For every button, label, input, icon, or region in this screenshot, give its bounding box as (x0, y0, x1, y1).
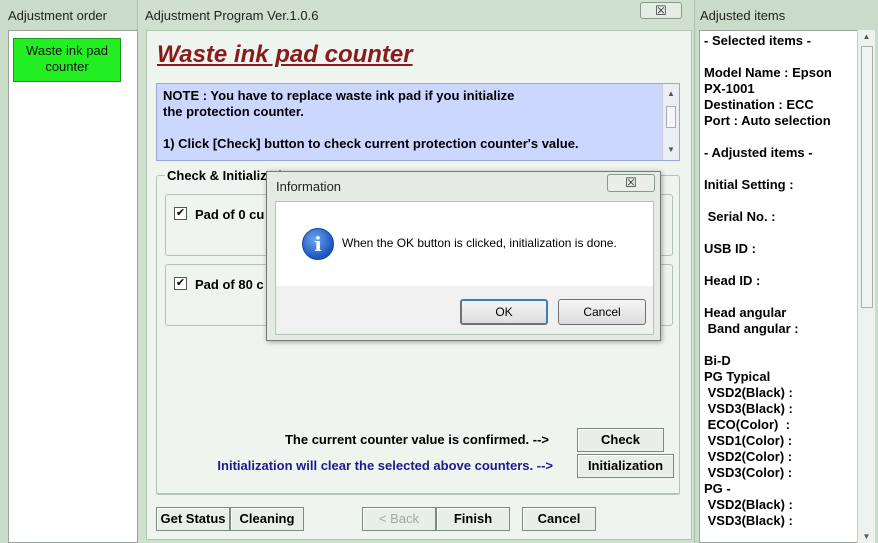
adjusted-item-row: Port : Auto selection (704, 113, 831, 128)
initialization-button[interactable]: Initialization (577, 454, 674, 478)
adjusted-item-row: Band angular : (704, 321, 799, 336)
adjusted-item-row: VSD1(Color) : (704, 433, 793, 448)
adjusted-item-row: Bi-D (704, 353, 731, 368)
dialog-title: Information (276, 179, 342, 194)
note-scrollbar[interactable]: ▲ ▼ (662, 84, 679, 160)
close-icon: ☒ (655, 3, 667, 18)
adjusted-item-row: VSD2(Black) : (704, 385, 793, 400)
adjusted-item-row: Head ID : (704, 273, 761, 288)
page-title: Waste ink pad counter (157, 41, 413, 68)
check-button[interactable]: Check (577, 428, 664, 452)
note-line (163, 120, 659, 136)
adjusted-item-row: - Adjusted items - (704, 145, 813, 160)
adjustment-order-title: Adjustment order (8, 8, 107, 23)
checkmark-icon: ✔ (175, 207, 186, 219)
window-title: Adjustment Program Ver.1.0.6 (145, 8, 319, 23)
note-line: 1) Click [Check] button to check current… (163, 136, 579, 151)
finish-button[interactable]: Finish (436, 507, 510, 531)
cleaning-button[interactable]: Cleaning (230, 507, 304, 531)
adjusted-item-row: USB ID : (704, 241, 756, 256)
adjusted-item-row: VSD2(Black) : (704, 497, 793, 512)
adjusted-item-row: Serial No. : (704, 209, 776, 224)
adjustment-order-list: Waste ink pad counter (8, 30, 138, 543)
bottom-separator (156, 493, 680, 494)
note-scroll-thumb[interactable] (666, 106, 676, 128)
adjusted-item-row: PG - (704, 481, 731, 496)
adjusted-items-list: - Selected items - Model Name : Epson PX-1… (699, 30, 861, 543)
back-button[interactable]: < Back (362, 507, 436, 531)
scroll-up-icon[interactable]: ▲ (663, 86, 679, 102)
adjusted-item-row: VSD3(Color) : (704, 465, 793, 480)
dialog-body: i When the OK button is clicked, initial… (275, 201, 654, 335)
checkmark-icon: ✔ (175, 277, 186, 289)
close-window-button[interactable]: ☒ (640, 2, 682, 19)
counter-confirmed-text: The current counter value is confirmed. … (284, 432, 549, 447)
adjusted-item-row: Model Name : Epson (704, 65, 832, 80)
adjusted-items-pane: Adjusted items - Selected items - Model N… (694, 0, 878, 543)
dialog-close-button[interactable]: ☒ (607, 174, 655, 192)
pad-0-checkbox[interactable]: ✔ (174, 207, 187, 220)
info-icon: i (302, 228, 334, 260)
adjusted-item-row: ECO(Color) : (704, 417, 790, 432)
adjusted-item-row: Head angular (704, 305, 787, 320)
scroll-down-icon[interactable]: ▼ (663, 142, 679, 158)
adjusted-item-row: VSD3(Black) : (704, 401, 793, 416)
adjustment-order-pane: Adjustment order Waste ink pad counter (0, 0, 138, 543)
information-dialog: Information ☒ i When the OK button is cl… (266, 171, 661, 341)
pad-80-checkbox[interactable]: ✔ (174, 277, 187, 290)
pad-0-label: Pad of 0 cu (195, 207, 265, 222)
dialog-message: When the OK button is clicked, initializ… (342, 236, 617, 250)
adjusted-item-row: - Selected items - (704, 33, 811, 48)
close-icon: ☒ (625, 175, 637, 190)
adjusted-items-scroll-thumb[interactable] (861, 46, 873, 308)
adjusted-items-title: Adjusted items (700, 8, 786, 23)
adjusted-item-row: Initial Setting : (704, 177, 794, 192)
waste-ink-pad-counter-item[interactable]: Waste ink pad counter (13, 38, 121, 82)
scroll-down-icon[interactable]: ▼ (858, 532, 875, 541)
dialog-cancel-button[interactable]: Cancel (558, 299, 646, 325)
scroll-up-icon[interactable]: ▲ (858, 32, 875, 41)
note-line: NOTE : You have to replace waste ink pad… (163, 88, 515, 103)
initialization-warning: Initialization will clear the selected a… (217, 458, 553, 473)
adjusted-item-row: VSD2(Color) : (704, 449, 793, 464)
note-box: NOTE : You have to replace waste ink pad… (156, 83, 680, 161)
adjusted-items-scrollbar[interactable]: ▲ ▼ (857, 30, 875, 543)
adjusted-item-row: VSD3(Black) : (704, 513, 793, 528)
note-line: the protection counter. (163, 104, 304, 119)
adjusted-item-row: PX-1001 (704, 81, 755, 96)
adjusted-item-row: Destination : ECC (704, 97, 814, 112)
adjusted-item-row: PG Typical (704, 369, 771, 384)
ok-button[interactable]: OK (460, 299, 548, 325)
cancel-button[interactable]: Cancel (522, 507, 596, 531)
get-status-button[interactable]: Get Status (156, 507, 230, 531)
pad-80-label: Pad of 80 c (195, 277, 264, 292)
main-titlebar: Adjustment Program Ver.1.0.6 ☒ (138, 0, 694, 30)
